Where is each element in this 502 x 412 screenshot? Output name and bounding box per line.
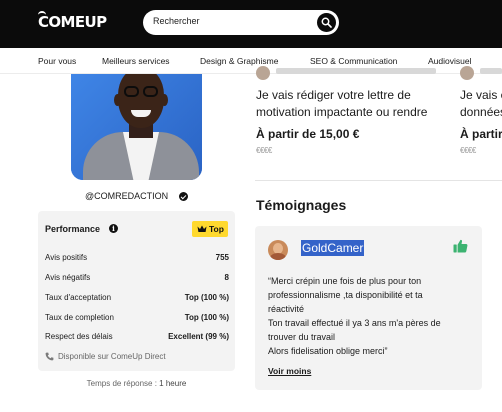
- stat-row: Respect des délais Excellent (99 %): [45, 332, 229, 343]
- reviewer-avatar: [268, 240, 288, 260]
- service-title-line[interactable]: Je vais rédiger votre lettre de: [256, 87, 411, 104]
- top-badge-label: Top: [209, 224, 224, 234]
- nav-item-meilleurs-services[interactable]: Meilleurs services: [102, 56, 170, 66]
- stat-row: Taux de completion Top (100 %): [45, 313, 229, 324]
- performance-title: Performance: [45, 224, 101, 234]
- stat-value: Excellent (99 %): [168, 332, 229, 341]
- service-price-level: €€€€: [256, 146, 272, 155]
- top-header: COMEUP Rechercher: [0, 0, 502, 48]
- verified-icon: [179, 192, 188, 201]
- testimonial-card: GoldCamer “Merci crépin une fois de plus…: [255, 226, 482, 390]
- comeup-logo[interactable]: COMEUP: [38, 13, 107, 31]
- reviewer-name: GoldCamer: [301, 240, 365, 256]
- service-seller-avatar: [256, 66, 270, 80]
- stat-label: Taux d'acceptation: [45, 293, 112, 302]
- thumbs-up-icon: [453, 239, 468, 253]
- stat-row: Taux d'acceptation Top (100 %): [45, 293, 229, 304]
- search-input[interactable]: Rechercher: [153, 16, 200, 26]
- stat-value: Top (100 %): [184, 313, 229, 322]
- stat-label: Avis positifs: [45, 253, 88, 262]
- stat-label: Avis négatifs: [45, 273, 91, 282]
- profile-photo: [71, 74, 202, 180]
- testimonials-title: Témoignages: [256, 197, 347, 213]
- service-title-line[interactable]: motivation impactante ou rendre: [256, 104, 427, 121]
- response-time: Temps de réponse : 1 heure: [38, 379, 235, 388]
- testimonial-text-line: Ton travail effectué il ya 3 ans m'a pèr…: [268, 318, 441, 328]
- stat-value: 755: [215, 253, 229, 262]
- service-seller-avatar: [460, 66, 474, 80]
- stat-value: Top (100 %): [184, 293, 229, 302]
- testimonial-text-line: “Merci crépin une fois de plus pour ton: [268, 276, 422, 286]
- see-less-link[interactable]: Voir moins: [268, 366, 311, 376]
- crown-icon: [197, 225, 207, 232]
- service-price: À partir de 15,00 €: [256, 127, 360, 141]
- performance-card: Performance i Top Avis positifs 755 Avis…: [38, 211, 235, 371]
- testimonial-text-line: réactivité: [268, 304, 305, 314]
- nav-item-seo-communication[interactable]: SEO & Communication: [310, 56, 397, 66]
- testimonial-text-line: trouver du travail: [268, 332, 336, 342]
- nav-item-audiovisuel[interactable]: Audiovisuel: [428, 56, 471, 66]
- service-title-line[interactable]: Je vais e: [460, 87, 502, 104]
- info-icon[interactable]: i: [109, 224, 118, 233]
- testimonial-text-line: professionnalisme ,ta disponibilité et t…: [268, 290, 423, 300]
- profile-username[interactable]: @COMREDACTION: [85, 191, 168, 201]
- service-meta: [276, 68, 436, 74]
- stat-label: Taux de completion: [45, 313, 114, 322]
- search-bar[interactable]: Rechercher: [143, 10, 339, 35]
- nav-item-design-graphisme[interactable]: Design & Graphisme: [200, 56, 278, 66]
- service-title-line[interactable]: données: [460, 104, 502, 121]
- search-button[interactable]: [317, 13, 336, 32]
- service-price-level: €€€€: [460, 146, 476, 155]
- search-icon: [321, 17, 332, 28]
- stat-value: 8: [224, 273, 229, 282]
- response-time-value: 1 heure: [159, 379, 187, 388]
- response-time-label: Temps de réponse :: [86, 379, 157, 388]
- comeup-direct-link[interactable]: Disponible sur ComeUp Direct: [58, 352, 166, 361]
- service-price: À partir: [460, 127, 502, 141]
- nav-item-pour-vous[interactable]: Pour vous: [38, 56, 76, 66]
- stat-label: Respect des délais: [45, 332, 113, 341]
- stat-row: Avis négatifs 8: [45, 273, 229, 284]
- section-divider: [255, 180, 502, 181]
- service-meta: [480, 68, 502, 74]
- top-badge: Top: [192, 221, 228, 237]
- testimonial-text-line: Alors fidelisation oblige merci”: [268, 346, 388, 356]
- stat-row: Avis positifs 755: [45, 253, 229, 264]
- phone-icon: [45, 352, 54, 361]
